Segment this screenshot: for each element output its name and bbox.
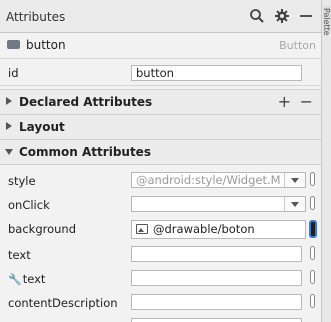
attr-flag-toggle[interactable] <box>310 294 315 308</box>
text-field[interactable] <box>131 246 302 262</box>
component-row: button Button <box>0 33 321 59</box>
id-field[interactable]: button <box>131 65 302 81</box>
next-field[interactable] <box>131 318 302 322</box>
attr-label-with-icon: 🔧text <box>8 272 45 286</box>
attr-flag-toggle[interactable] <box>310 270 315 284</box>
image-icon <box>136 224 148 234</box>
expand-arrow-icon[interactable] <box>6 122 12 130</box>
id-value: button <box>136 66 174 80</box>
style-combo[interactable]: @android:style/Widget.M <box>131 172 306 188</box>
gear-icon[interactable] <box>274 8 290 24</box>
content-description-field[interactable] <box>131 294 302 310</box>
tools-text-field[interactable] <box>131 270 302 286</box>
expand-arrow-icon[interactable] <box>6 97 12 105</box>
collapse-arrow-icon[interactable] <box>5 149 13 155</box>
minimize-icon[interactable] <box>298 8 314 24</box>
section-title: Layout <box>19 120 65 134</box>
id-label: id <box>8 66 19 80</box>
search-icon[interactable] <box>249 8 265 24</box>
attr-label: background <box>8 222 77 236</box>
attr-label: onClick <box>8 198 50 212</box>
attr-label: text <box>8 248 31 262</box>
button-component-icon <box>7 40 20 49</box>
attr-label: style <box>8 174 36 188</box>
background-value: @drawable/boton <box>153 222 255 236</box>
section-layout[interactable]: Layout <box>0 114 321 140</box>
plus-icon[interactable]: + <box>278 92 291 111</box>
section-title: Declared Attributes <box>19 95 153 109</box>
attr-flag-toggle[interactable] <box>310 196 315 210</box>
panel-header: Attributes <box>0 0 321 33</box>
attr-row-background: background @drawable/boton <box>0 217 321 241</box>
attr-label: contentDescription <box>8 296 118 310</box>
minus-icon[interactable]: − <box>300 92 313 111</box>
side-tab-label: Palette <box>322 8 331 36</box>
onclick-combo[interactable] <box>131 196 306 212</box>
attr-row-content-description: contentDescription <box>0 291 321 315</box>
chevron-down-icon[interactable] <box>284 197 305 211</box>
attr-flag-toggle[interactable] <box>310 246 315 260</box>
attr-row-next-partial <box>0 315 321 322</box>
attr-flag-toggle[interactable] <box>310 172 315 186</box>
section-common-attributes[interactable]: Common Attributes <box>0 139 321 165</box>
chevron-down-icon[interactable] <box>284 173 305 187</box>
attr-flag-toggle-active[interactable] <box>309 220 317 238</box>
attr-row-tools-text: 🔧text <box>0 267 321 291</box>
id-row: id button <box>0 61 321 86</box>
wrench-icon: 🔧 <box>8 273 22 286</box>
component-type: Button <box>279 39 316 52</box>
attributes-panel: Attributes button Button id button Decla… <box>0 0 321 322</box>
attr-row-style: style @android:style/Widget.M <box>0 169 321 193</box>
attr-row-text: text <box>0 243 321 267</box>
component-name: button <box>26 38 66 52</box>
section-title: Common Attributes <box>19 145 151 159</box>
section-declared-attributes[interactable]: Declared Attributes + − <box>0 89 321 115</box>
background-field[interactable]: @drawable/boton <box>131 220 306 239</box>
panel-title: Attributes <box>6 10 66 24</box>
attr-row-onclick: onClick <box>0 193 321 217</box>
side-tool-strip: Palette <box>321 0 331 322</box>
style-placeholder: @android:style/Widget.M <box>136 173 281 187</box>
attr-label: text <box>22 272 46 286</box>
